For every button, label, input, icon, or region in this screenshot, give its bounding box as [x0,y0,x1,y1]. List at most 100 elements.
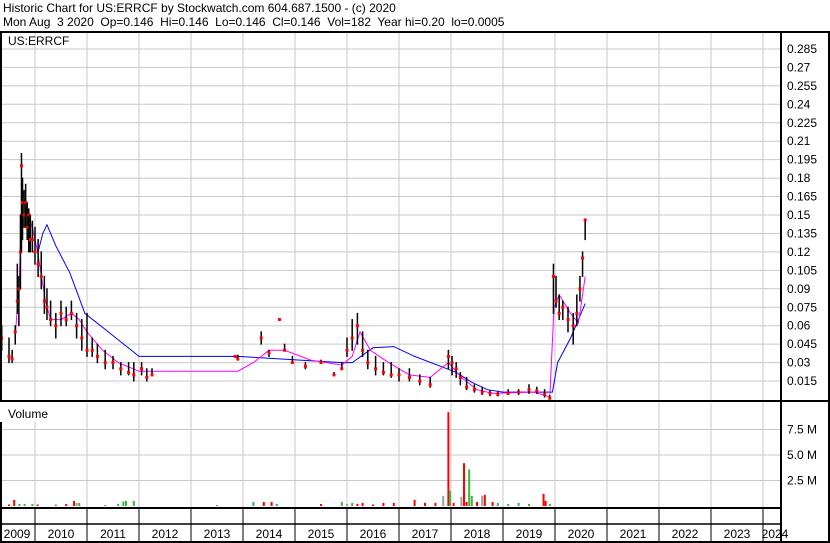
close-marker [319,361,323,365]
price-tick-label: 0.255 [787,79,817,93]
price-tick-label: 0.225 [787,116,817,130]
close-marker [80,336,84,340]
close-marker [551,275,555,278]
volume-bar [31,503,34,506]
close-marker [236,357,240,361]
close-marker [454,367,458,371]
price-tick-label: 0.21 [787,134,811,148]
volume-bar [483,494,486,506]
volume-bar [413,499,416,506]
close-marker [543,393,547,397]
year-label: 2013 [204,527,231,541]
close-marker [145,375,149,379]
price-tick-label: 0.12 [787,245,811,259]
close-marker [366,361,370,365]
close-marker [283,348,287,352]
close-marker [581,256,585,260]
volume-bar [216,504,218,506]
volume-bar [132,500,135,506]
close-marker [488,391,492,395]
close-marker [85,348,89,352]
volume-bar [117,503,120,506]
volume-bar [442,495,445,506]
year-label: 2024 [762,527,789,541]
volume-bar [434,502,437,506]
close-marker [39,275,43,278]
close-marker [480,390,484,394]
volume-bar [320,503,322,506]
price-tick-label: 0.105 [787,263,817,277]
volume-bar [356,503,359,506]
volume-bar [468,469,471,506]
year-label: 2012 [152,527,179,541]
close-marker [119,367,123,371]
price-panel-title: US:ERRCF [8,34,69,48]
close-marker [557,311,561,315]
close-marker [54,324,58,328]
close-marker [527,388,531,392]
close-marker [64,318,68,322]
volume-bar [460,496,463,506]
price-tick-label: 0.09 [787,282,811,296]
close-marker [428,383,432,387]
volume-bar [528,503,530,506]
close-marker [535,389,539,393]
close-marker [277,318,281,322]
close-marker [350,336,354,340]
volume-bar [23,503,26,506]
close-marker [446,354,450,358]
volume-bar [78,502,81,506]
close-marker [140,367,144,371]
year-label: 2020 [568,527,595,541]
volume-bar [507,503,510,506]
volume-bar [542,493,545,506]
volume-bar [36,504,39,506]
volume-bar [351,502,354,506]
year-label: 2023 [724,527,751,541]
year-label: 2017 [412,527,439,541]
volume-bar [125,500,127,506]
price-tick-label: 0.165 [787,190,817,204]
year-label: 2014 [256,527,283,541]
volume-bar [481,495,484,506]
close-marker [496,393,500,397]
volume-bar [544,500,547,506]
volume-bar [372,504,374,506]
volume-bar [448,490,451,506]
close-marker [566,318,570,322]
price-tick-label: 0.075 [787,300,817,314]
volume-bar [452,502,455,506]
close-marker [103,361,107,365]
close-marker [13,330,17,334]
close-marker [59,311,63,315]
close-marker [554,299,558,303]
year-label: 2019 [516,527,543,541]
close-marker [42,299,46,303]
close-marker [355,324,359,328]
year-label: 2011 [100,527,126,541]
close-marker [583,218,587,222]
volume-bar [104,504,107,506]
volume-bar [252,501,255,506]
year-label: 2021 [620,527,647,541]
year-label: 2018 [464,527,491,541]
volume-bar [54,504,57,506]
volume-tick-label: 2.5 M [787,474,817,488]
close-marker [30,238,34,242]
volume-bar [476,501,478,506]
year-label: 2010 [48,527,75,541]
close-marker [517,390,521,394]
price-tick-label: 0.195 [787,153,817,167]
volume-bar [392,502,395,506]
volume-bar [424,502,426,506]
close-marker [575,311,579,315]
close-marker [548,396,552,400]
price-tick-label: 0.18 [787,171,811,185]
close-marker [267,351,271,355]
volume-bar [548,503,551,506]
close-marker [345,348,349,352]
close-marker [75,324,79,328]
close-marker [578,287,582,291]
year-label: 2015 [308,527,335,541]
close-marker [561,305,565,309]
